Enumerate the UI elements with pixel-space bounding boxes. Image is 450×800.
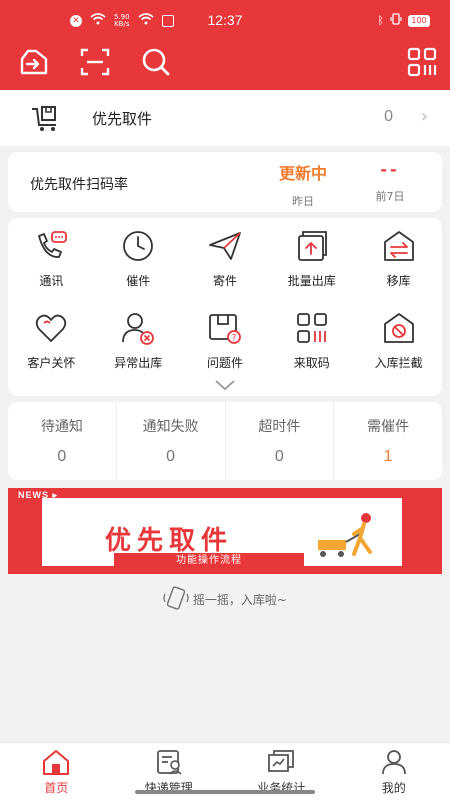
stat-value: 0 <box>57 448 67 465</box>
package-cart-icon <box>30 103 62 137</box>
shake-hint-text: 摇一摇，入库啦~ <box>192 593 287 607</box>
priority-pickup-row[interactable]: 优先取件 0 › <box>0 90 450 146</box>
sign-in-icon <box>20 49 48 75</box>
stat-label: 待通知 <box>40 419 83 435</box>
grid-item-label: 通讯 <box>39 274 64 288</box>
scan-icon <box>80 48 110 76</box>
svg-text:?: ? <box>232 334 237 344</box>
stat-value: 1 <box>383 448 393 465</box>
promo-banner[interactable]: NEWS ▸ 优先取件 功能操作流程 <box>8 488 442 574</box>
home-indicator[interactable] <box>135 790 315 794</box>
grid-item-label: 异常出库 <box>114 356 163 370</box>
scan-rate-card[interactable]: 优先取件扫码率 更新中 昨日 -- 前7日 <box>8 152 442 212</box>
grid-item-urge[interactable]: 催件 <box>95 228 182 310</box>
week-value: -- <box>380 160 400 179</box>
grid-item-batch-out[interactable]: 批量出库 <box>268 228 355 310</box>
priority-pickup-count: 0 <box>384 108 393 125</box>
delivery-management-icon <box>156 750 182 775</box>
app-header: ✕ 5.90 KB/s 12:37 ᛒ 100 <box>0 0 450 90</box>
grid-item-label: 批量出库 <box>287 274 336 288</box>
banner-panel: 优先取件 功能操作流程 <box>42 498 402 569</box>
battery-icon: 100 <box>408 14 430 27</box>
grid-item-customer-care[interactable]: 客户关怀 <box>8 310 95 392</box>
paper-plane-icon <box>209 232 241 260</box>
nav-profile[interactable]: 我的 <box>338 743 450 800</box>
week-stat: -- 前7日 <box>340 152 440 204</box>
qr-code-icon <box>407 47 437 77</box>
home-icon <box>43 750 70 775</box>
delivery-person-illustration <box>314 506 384 566</box>
banner-title: 优先取件 <box>105 526 234 556</box>
pickup-code-icon <box>296 313 327 343</box>
stat-label: 需催件 <box>367 419 410 435</box>
shake-hint: 摇一摇，入库啦~ <box>0 586 450 613</box>
qr-code-button[interactable] <box>404 44 440 80</box>
status-bar: ✕ 5.90 KB/s 12:37 ᛒ 100 <box>0 0 450 40</box>
grid-item-label: 客户关怀 <box>27 356 76 370</box>
problem-package-icon: ? <box>209 314 241 344</box>
function-grid-card: 通讯 催件 寄件 批量出库 移库 客户关怀 异常出库 ? 问题件 来取码 入库拦… <box>8 218 442 396</box>
chevron-right-icon: › <box>420 106 428 127</box>
heart-icon <box>36 314 67 342</box>
stat-value: 0 <box>274 448 284 465</box>
grid-item-contact[interactable]: 通讯 <box>8 228 95 310</box>
grid-item-transfer[interactable]: 移库 <box>355 228 442 310</box>
scan-button[interactable] <box>77 44 113 80</box>
intercept-icon <box>383 313 414 343</box>
banner-subtitle: 功能操作流程 <box>114 553 304 569</box>
yesterday-label: 昨日 <box>292 195 314 208</box>
yesterday-stat: 更新中 昨日 <box>253 152 353 209</box>
stat-pending-notify[interactable]: 待通知 0 <box>8 402 116 480</box>
grid-item-label: 问题件 <box>206 356 243 370</box>
grid-item-pickup-code[interactable]: 来取码 <box>268 310 355 392</box>
stat-label: 通知失败 <box>142 419 199 435</box>
nav-label: 首页 <box>44 781 69 795</box>
stat-value: 0 <box>166 448 176 465</box>
stat-label: 超时件 <box>258 419 301 435</box>
grid-item-label: 入库拦截 <box>374 356 423 370</box>
sign-in-button[interactable] <box>16 44 52 80</box>
stat-notify-failed[interactable]: 通知失败 0 <box>115 402 225 480</box>
scan-rate-title: 优先取件扫码率 <box>30 177 128 193</box>
bottom-navigation: 首页 快递管理 业务统计 我的 <box>0 742 450 800</box>
stat-overdue[interactable]: 超时件 0 <box>224 402 334 480</box>
search-icon <box>142 48 170 76</box>
priority-pickup-label: 优先取件 <box>92 110 153 128</box>
business-stats-icon <box>268 750 295 772</box>
grid-item-label: 寄件 <box>212 274 237 288</box>
user-error-icon <box>122 313 155 345</box>
nav-label: 我的 <box>381 781 406 795</box>
chevron-down-icon[interactable] <box>214 376 236 395</box>
grid-item-label: 移库 <box>386 274 411 288</box>
week-label: 前7日 <box>375 190 405 203</box>
notification-stats-card: 待通知 0 通知失败 0 超时件 0 需催件 1 <box>8 402 442 480</box>
nav-home[interactable]: 首页 <box>0 743 113 800</box>
user-icon <box>381 750 406 775</box>
phone-shake-icon <box>163 586 193 613</box>
search-button[interactable] <box>138 44 174 80</box>
function-grid: 通讯 催件 寄件 批量出库 移库 客户关怀 异常出库 ? 问题件 来取码 入库拦… <box>8 228 442 392</box>
transfer-icon <box>383 231 414 261</box>
phone-chat-icon <box>38 231 68 258</box>
stat-needs-urge[interactable]: 需催件 1 <box>333 402 442 480</box>
grid-item-intercept[interactable]: 入库拦截 <box>355 310 442 392</box>
grid-item-label: 来取码 <box>293 356 330 370</box>
grid-item-abnormal-out[interactable]: 异常出库 <box>95 310 182 392</box>
batch-out-icon <box>297 231 327 261</box>
clock-icon <box>123 231 154 261</box>
vibrate-icon <box>390 13 402 28</box>
yesterday-value: 更新中 <box>278 164 327 183</box>
grid-item-label: 催件 <box>126 274 151 288</box>
bluetooth-icon: ᛒ <box>377 14 384 27</box>
grid-item-send[interactable]: 寄件 <box>182 228 269 310</box>
